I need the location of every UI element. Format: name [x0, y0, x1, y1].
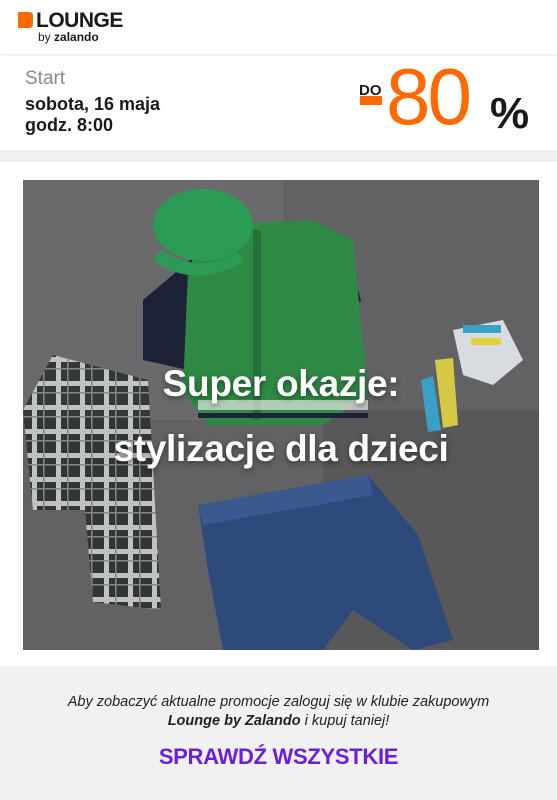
footer-info-line1: Aby zobaczyć aktualne promocje zaloguj s…	[67, 694, 490, 710]
header: LOUNGE by zalando	[0, 0, 557, 54]
footer-info-brand: Lounge by Zalando	[167, 713, 301, 729]
logo-subline: by zalando	[38, 31, 99, 43]
section-divider	[0, 150, 557, 162]
promo-banner[interactable]: Super okazje: stylizacje dla dzieci	[23, 180, 539, 650]
footer-info-line2: Lounge by Zalando i kupuj taniej!	[0, 713, 557, 729]
kids-outfit-illustration	[23, 180, 539, 650]
discount-badge: DO 80 %	[356, 52, 546, 141]
logo-sub-prefix: by	[38, 30, 55, 44]
start-date: sobota, 16 maja	[25, 94, 161, 114]
start-label: Start	[25, 68, 66, 89]
banner-title-line1: Super okazje:	[162, 363, 400, 404]
logo-sub-brand: zalando	[54, 30, 99, 44]
discount-value: 80	[386, 52, 472, 141]
lounge-logo[interactable]: LOUNGE by zalando	[18, 10, 148, 46]
banner-section: Super okazje: stylizacje dla dzieci	[0, 162, 557, 666]
logo-flag-icon	[18, 12, 33, 28]
footer-info-rest: i kupuj taniej!	[300, 713, 390, 729]
logo-wordmark: LOUNGE	[36, 9, 123, 32]
footer: Aby zobaczyć aktualne promocje zaloguj s…	[0, 666, 557, 800]
see-all-button[interactable]: SPRAWDŹ WSZYSTKIE	[0, 744, 557, 770]
discount-dash	[360, 96, 382, 105]
discount-percent: %	[490, 89, 530, 138]
banner-title-line2: stylizacje dla dzieci	[113, 428, 449, 469]
start-time: godz. 8:00	[25, 115, 114, 135]
